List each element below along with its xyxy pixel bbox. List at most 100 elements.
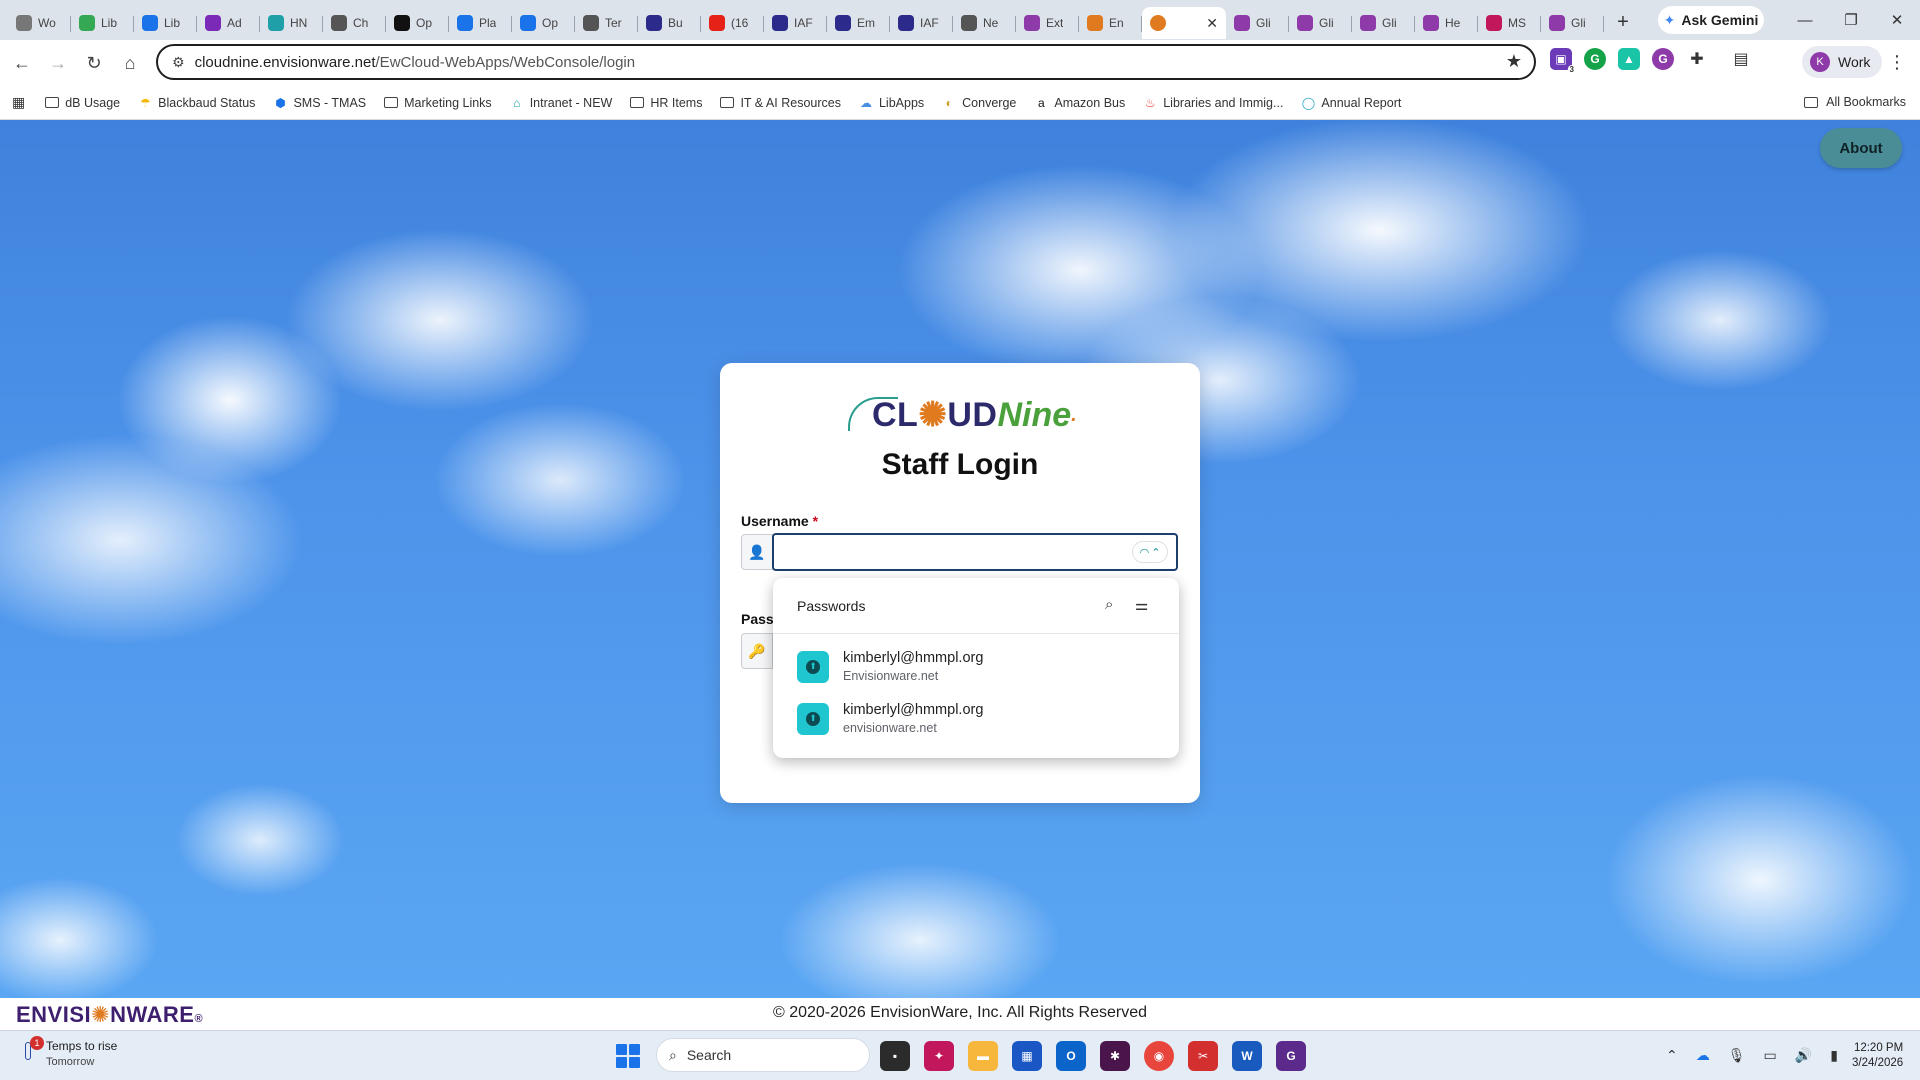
bookmark-item[interactable]: ◐ Converge <box>942 96 1017 110</box>
word-icon[interactable]: W <box>1232 1041 1262 1071</box>
chevron-up-icon[interactable]: ⌃ <box>1666 1047 1678 1064</box>
extension-clipboard-icon[interactable]: ▣ 3 <box>1550 48 1576 74</box>
outlook-icon[interactable]: O <box>1056 1041 1086 1071</box>
extension-grammarly-icon[interactable]: G <box>1584 48 1606 70</box>
app-g-icon[interactable]: G <box>1276 1041 1306 1071</box>
browser-tab[interactable]: He <box>1415 7 1478 39</box>
taskbar-search[interactable]: ⌕ Search <box>656 1038 870 1072</box>
minimize-button[interactable]: — <box>1782 0 1828 40</box>
browser-tab[interactable]: Wo <box>8 7 71 39</box>
browser-tab[interactable]: Ext <box>1016 7 1079 39</box>
profile-button[interactable]: K Work <box>1802 46 1882 78</box>
apps-grid-icon[interactable]: ▦ <box>12 94 25 111</box>
browser-tab[interactable]: Ter <box>575 7 638 39</box>
active-browser-tab[interactable]: ✕ <box>1142 7 1226 39</box>
password-entry[interactable]: ⬆ kimberlyl@hmmpl.org Envisionware.net <box>797 650 983 683</box>
search-icon[interactable]: ⌕ <box>1105 596 1113 613</box>
bookmark-item[interactable]: a Amazon Bus <box>1034 96 1125 110</box>
all-bookmarks-button[interactable]: All Bookmarks <box>1804 95 1906 109</box>
url-text[interactable]: cloudnine.envisionware.net/EwCloud-WebAp… <box>195 54 636 71</box>
microphone-icon[interactable]: 🎙 <box>1728 1047 1746 1064</box>
close-tab-icon[interactable]: ✕ <box>1206 15 1218 32</box>
site-info-icon[interactable]: ⚙ <box>172 54 185 71</box>
snipping-tool-icon[interactable]: ✂ <box>1188 1041 1218 1071</box>
browser-tab[interactable]: IAF <box>890 7 953 39</box>
bookmark-item[interactable]: ☂ Blackbaud Status <box>138 96 256 110</box>
username-input[interactable]: ◠ ⌃ <box>772 533 1178 571</box>
browser-tab[interactable]: (16 <box>701 7 764 39</box>
extensions-puzzle-icon[interactable]: ✚ <box>1686 48 1708 70</box>
search-icon: ⌕ <box>669 1046 677 1063</box>
weather-title: Temps to rise <box>46 1039 118 1053</box>
forward-button[interactable]: → <box>40 45 76 81</box>
browser-tab[interactable]: Em <box>827 7 890 39</box>
bookmark-item[interactable]: ⌂ Intranet - NEW <box>510 96 612 110</box>
bookmark-label: IT & AI Resources <box>740 95 841 110</box>
browser-tab[interactable]: Op <box>386 7 449 39</box>
password-entry[interactable]: ⬆ kimberlyl@hmmpl.org envisionware.net <box>797 702 983 735</box>
close-window-button[interactable]: ✕ <box>1874 0 1920 40</box>
browser-tab[interactable]: Op <box>512 7 575 39</box>
g-icon <box>1234 15 1250 31</box>
browser-tab[interactable]: Ne <box>953 7 1016 39</box>
address-bar[interactable]: ⚙ cloudnine.envisionware.net/EwCloud-Web… <box>156 44 1536 80</box>
ask-gemini-button[interactable]: ✦ Ask Gemini <box>1658 6 1764 34</box>
browser-tab[interactable]: HN <box>260 7 323 39</box>
browser-tab[interactable]: En <box>1079 7 1142 39</box>
bookmark-item[interactable]: HR Items <box>630 96 702 110</box>
browser-tab[interactable]: Bu <box>638 7 701 39</box>
side-panel-icon[interactable]: ▤ <box>1730 48 1752 70</box>
password-manager-key-icon[interactable]: ◠ ⌃ <box>1132 541 1168 563</box>
folder-icon <box>45 97 60 108</box>
url-path: /EwCloud-WebApps/WebConsole/login <box>375 53 636 71</box>
bookmark-item[interactable]: Marketing Links <box>384 96 492 110</box>
bookmark-item[interactable]: dB Usage <box>45 96 120 110</box>
browser-menu-icon[interactable]: ⋮ <box>1888 52 1906 73</box>
windows-start-icon[interactable] <box>616 1044 640 1068</box>
extension-teal-icon[interactable]: ▲ <box>1618 48 1640 70</box>
bookmark-star-icon[interactable]: ★ <box>1506 51 1522 72</box>
bookmark-item[interactable]: ⬢ SMS - TMAS <box>273 96 366 110</box>
gemini-icon: ✦ <box>1663 11 1676 28</box>
bookmark-item[interactable]: ◯ Annual Report <box>1301 96 1402 110</box>
store-icon[interactable]: ▦ <box>1012 1041 1042 1071</box>
back-arrow-icon: ← <box>13 52 31 73</box>
task-view-icon[interactable]: ▪ <box>880 1041 910 1071</box>
browser-tab[interactable]: Ad <box>197 7 260 39</box>
settings-sliders-icon[interactable]: ⚌ <box>1135 596 1148 614</box>
browser-tab[interactable]: Gli <box>1541 7 1604 39</box>
onedrive-cloud-icon[interactable]: ☁ <box>1696 1047 1710 1064</box>
browser-tab[interactable]: Lib <box>71 7 134 39</box>
browser-tab[interactable]: IAF <box>764 7 827 39</box>
restore-button[interactable]: ❐ <box>1828 0 1874 40</box>
home-button[interactable]: ⌂ <box>112 45 148 81</box>
about-button[interactable]: About <box>1820 128 1902 168</box>
back-button[interactable]: ← <box>4 45 40 81</box>
file-explorer-icon[interactable]: ▬ <box>968 1041 998 1071</box>
weather-widget[interactable]: 1 Temps to rise Tomorrow <box>20 1035 118 1068</box>
browser-tab[interactable]: Ch <box>323 7 386 39</box>
bookmark-item[interactable]: ♨ Libraries and Immig... <box>1143 96 1284 110</box>
extension-g-icon[interactable]: G <box>1652 48 1674 70</box>
browser-tab[interactable]: Gli <box>1352 7 1415 39</box>
browser-tab[interactable]: Lib <box>134 7 197 39</box>
slack-icon[interactable]: ✱ <box>1100 1041 1130 1071</box>
bookmark-item[interactable]: IT & AI Resources <box>720 96 841 110</box>
bookmark-item[interactable]: ☁ LibApps <box>859 96 924 110</box>
new-tab-button[interactable]: + <box>1608 7 1638 37</box>
network-icon[interactable]: ▭ <box>1764 1047 1777 1064</box>
reload-button[interactable]: ↻ <box>76 45 112 81</box>
browser-tab[interactable]: Pla <box>449 7 512 39</box>
browser-tab[interactable]: Gli <box>1289 7 1352 39</box>
battery-icon[interactable]: ▮ <box>1830 1047 1838 1064</box>
copilot-icon[interactable]: ✦ <box>924 1041 954 1071</box>
clock-time: 12:20 PM <box>1853 1042 1904 1054</box>
clock[interactable]: 12:20 PM 3/24/2026 <box>1852 1041 1903 1071</box>
chrome-icon[interactable]: ◉ <box>1144 1041 1174 1071</box>
volume-icon[interactable]: 🔊 <box>1795 1047 1812 1064</box>
tab-title: He <box>1445 16 1461 30</box>
browser-tab[interactable]: Gli <box>1226 7 1289 39</box>
bookmark-list: dB Usage ☂ Blackbaud Status ⬢ SMS - TMAS Mark… <box>45 96 1419 110</box>
entry-username: kimberlyl@hmmpl.org <box>843 650 984 666</box>
browser-tab[interactable]: MS <box>1478 7 1541 39</box>
